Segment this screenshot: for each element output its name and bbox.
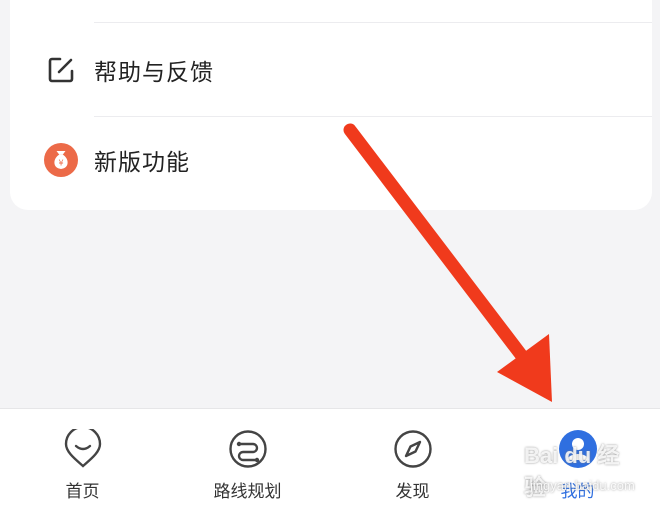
- tab-home[interactable]: 首页: [0, 409, 165, 522]
- tab-label: 我的: [560, 482, 595, 502]
- compass-icon: [393, 429, 433, 469]
- tab-label: 路线规划: [213, 482, 282, 502]
- edit-icon: [44, 53, 78, 87]
- tab-mine[interactable]: 我的: [495, 409, 660, 522]
- screen: 帮助与反馈 ¥ 新版功能 首页 路线规划 发现 我的 Bai du 经验 jin…: [0, 0, 660, 522]
- tab-route-planning[interactable]: 路线规划: [165, 409, 330, 522]
- tab-label: 首页: [65, 482, 100, 502]
- user-avatar-icon: [558, 429, 598, 469]
- menu-item-help-feedback[interactable]: 帮助与反馈: [10, 24, 652, 116]
- settings-card: 帮助与反馈 ¥ 新版功能: [10, 0, 652, 210]
- route-icon: [228, 429, 268, 469]
- svg-text:¥: ¥: [58, 158, 63, 167]
- home-pin-icon: [63, 429, 103, 469]
- menu-item-new-features[interactable]: ¥ 新版功能: [10, 114, 652, 206]
- menu-item-label: 帮助与反馈: [94, 60, 214, 86]
- bottom-tab-bar: 首页 路线规划 发现 我的: [0, 408, 660, 522]
- row-divider: [94, 22, 652, 23]
- tab-label: 发现: [395, 482, 430, 502]
- menu-item-label: 新版功能: [94, 150, 190, 176]
- tab-discover[interactable]: 发现: [330, 409, 495, 522]
- money-bag-icon: ¥: [44, 143, 78, 177]
